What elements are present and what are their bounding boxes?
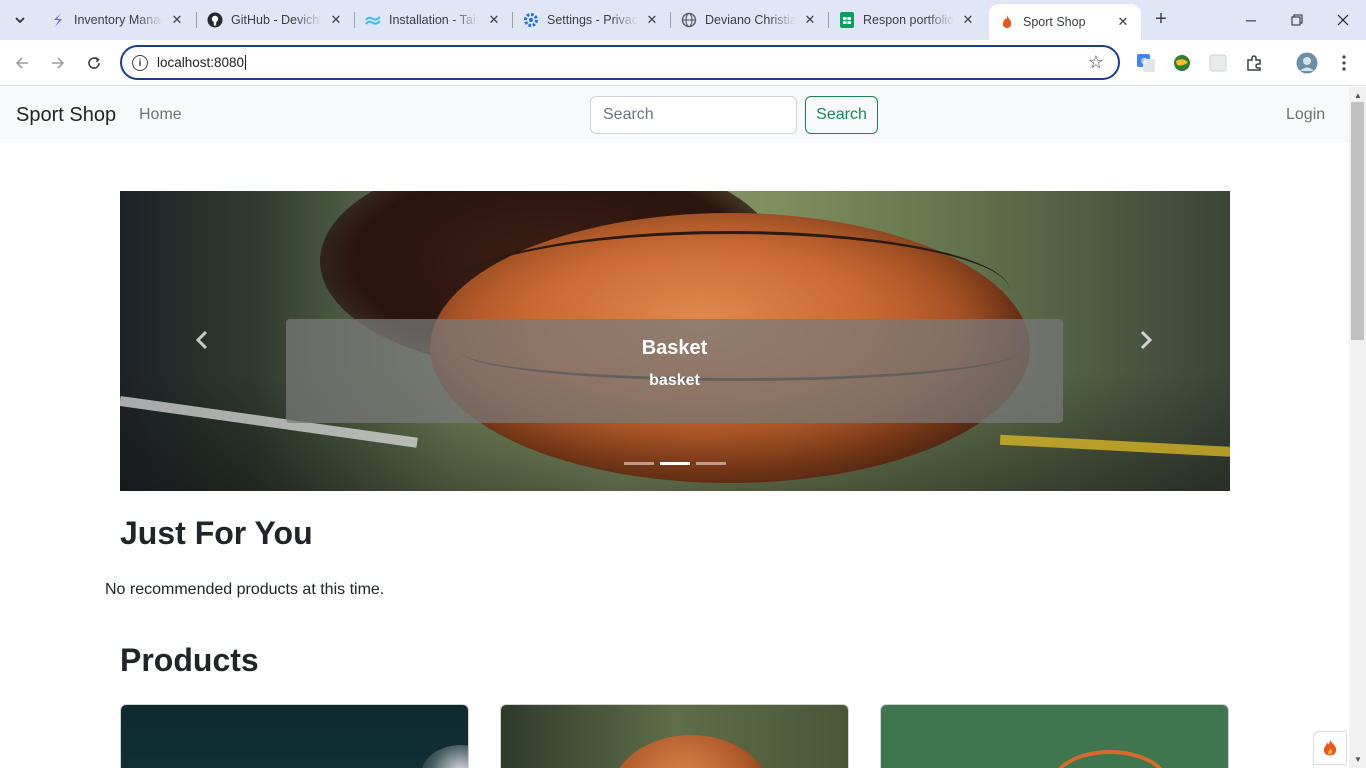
tab-title: Inventory Manag	[74, 13, 163, 27]
back-button[interactable]	[9, 50, 35, 76]
tab-inventory[interactable]: Inventory Manag ✕	[40, 4, 195, 36]
flame-icon	[999, 14, 1015, 30]
chevron-right-icon	[1140, 330, 1153, 350]
search-input[interactable]	[590, 96, 797, 134]
tab-title: Sport Shop	[1023, 15, 1086, 29]
web-page: Sport Shop Home Search Login Basket bask…	[0, 87, 1349, 768]
extensions-puzzle-icon[interactable]	[1243, 52, 1265, 74]
scroll-down-arrow[interactable]: ▼	[1354, 755, 1362, 764]
nav-login-link[interactable]: Login	[1286, 106, 1325, 124]
reload-icon	[88, 56, 100, 69]
caption-title: Basket	[641, 337, 708, 359]
product-image	[501, 705, 848, 768]
carousel-next-button[interactable]	[1136, 325, 1156, 355]
caption-text: basket	[649, 372, 700, 389]
flame-icon	[1323, 739, 1337, 756]
star-icon[interactable]: ☆	[1088, 52, 1104, 73]
google-translate-icon[interactable]: G	[1135, 52, 1157, 74]
svg-text:G: G	[1141, 57, 1147, 66]
tab-title: Deviano Christia	[705, 13, 796, 27]
close-icon[interactable]: ✕	[1115, 14, 1131, 30]
tab-title: Respon portfolio	[863, 13, 954, 27]
extension-blank-icon[interactable]	[1207, 52, 1229, 74]
chevron-left-icon	[195, 330, 208, 350]
page-scrollbar[interactable]: ▲ ▼	[1349, 87, 1366, 768]
tab-github[interactable]: GitHub - Devich ✕	[197, 4, 354, 36]
browser-toolbar: i localhost:8080 ☆	[0, 40, 1366, 86]
tab-title: GitHub - Devich	[231, 13, 320, 27]
sheets-icon	[839, 12, 855, 28]
profile-avatar[interactable]	[1296, 52, 1318, 74]
minimize-button[interactable]: ─	[1235, 6, 1267, 34]
tab-search-button[interactable]	[6, 7, 34, 33]
tab-title: Installation - Tai	[389, 13, 476, 27]
no-recommendations-text: No recommended products at this time.	[105, 581, 385, 598]
close-icon[interactable]: ✕	[169, 12, 185, 28]
tab-tailwind[interactable]: Installation - Tai ✕	[355, 4, 512, 36]
new-tab-button[interactable]: +	[1150, 8, 1172, 30]
close-icon[interactable]: ✕	[644, 12, 660, 28]
browser-menu-button[interactable]	[1333, 52, 1355, 74]
tailwind-icon	[365, 12, 381, 28]
product-card[interactable]	[500, 704, 849, 768]
hero-carousel: Basket basket	[120, 191, 1230, 491]
globe-icon	[681, 12, 697, 28]
restore-icon	[1291, 14, 1303, 26]
close-icon[interactable]: ✕	[486, 12, 502, 28]
carousel-prev-button[interactable]	[192, 325, 212, 355]
address-bar[interactable]: i localhost:8080 ☆	[120, 45, 1120, 80]
github-icon	[207, 12, 223, 28]
product-card[interactable]	[880, 704, 1229, 768]
close-icon[interactable]: ✕	[802, 12, 818, 28]
reload-button[interactable]	[81, 50, 107, 76]
close-icon[interactable]: ✕	[328, 12, 344, 28]
scroll-up-arrow[interactable]: ▲	[1354, 91, 1362, 100]
tab-settings[interactable]: Settings - Privac ✕	[513, 4, 670, 36]
arrow-left-icon	[15, 57, 28, 69]
carousel-caption: Basket basket	[286, 319, 1063, 423]
tab-respon[interactable]: Respon portfolio ✕	[829, 4, 986, 36]
carousel-indicator-3[interactable]	[696, 462, 726, 465]
nav-home-link[interactable]: Home	[139, 106, 182, 124]
url-text[interactable]: localhost:8080	[157, 55, 246, 70]
close-icon	[1337, 14, 1349, 26]
browser-tabstrip: Inventory Manag ✕ GitHub - Devich ✕ Inst…	[0, 0, 1366, 40]
carousel-indicators	[120, 462, 1230, 465]
tab-deviano[interactable]: Deviano Christia ✕	[671, 4, 828, 36]
products-heading: Products	[120, 642, 259, 678]
info-icon[interactable]: i	[132, 55, 148, 71]
restore-button[interactable]	[1281, 6, 1313, 34]
scrollbar-thumb[interactable]	[1351, 102, 1364, 340]
carousel-indicator-2[interactable]	[660, 462, 690, 465]
brand-link[interactable]: Sport Shop	[16, 104, 116, 127]
gear-icon	[523, 12, 539, 28]
arrow-right-icon	[52, 57, 65, 69]
window-close-button[interactable]	[1327, 6, 1359, 34]
product-image	[121, 705, 468, 768]
carousel-indicator-1[interactable]	[624, 462, 654, 465]
chevron-down-icon	[15, 17, 25, 24]
search-button[interactable]: Search	[805, 96, 878, 134]
just-for-you-heading: Just For You	[120, 515, 313, 551]
site-navbar: Sport Shop Home Search Login	[0, 87, 1349, 143]
product-card[interactable]	[120, 704, 469, 768]
stackbit-icon	[50, 12, 66, 28]
flame-widget-button[interactable]	[1313, 731, 1347, 765]
tab-sport-shop[interactable]: Sport Shop ✕	[989, 4, 1141, 40]
forward-button[interactable]	[45, 50, 71, 76]
tab-title: Settings - Privac	[547, 13, 638, 27]
extension-globe-icon[interactable]	[1171, 52, 1193, 74]
close-icon[interactable]: ✕	[960, 12, 976, 28]
product-image	[881, 705, 1228, 768]
more-vertical-icon	[1342, 55, 1346, 71]
